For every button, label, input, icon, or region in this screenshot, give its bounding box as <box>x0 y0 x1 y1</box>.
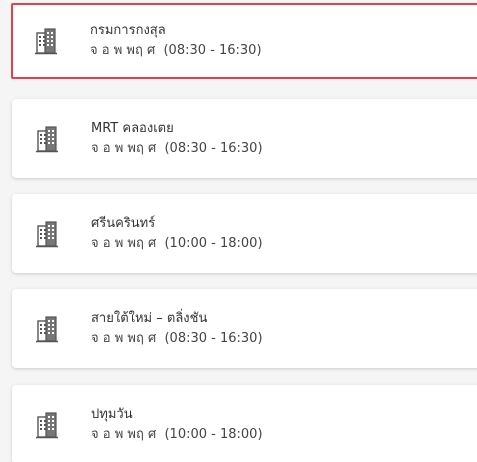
branch-time: (10:00 - 18:00) <box>164 235 263 251</box>
office-building-icon <box>36 125 58 152</box>
branch-card-sai-tai-mai-taling-chan[interactable]: สายใต้ใหม่ – ตลิ่งชัน จ อ พ พฤ ศ (08:30 … <box>12 289 477 368</box>
branch-time: (08:30 - 16:30) <box>164 140 263 156</box>
office-building-icon <box>35 28 57 55</box>
office-building-icon <box>36 315 58 342</box>
branch-opening-hours: จ อ พ พฤ ศ (08:30 - 16:30) <box>91 140 263 158</box>
office-building-icon <box>36 220 58 247</box>
branch-time: (10:00 - 18:00) <box>164 426 263 442</box>
office-building-icon <box>36 411 58 438</box>
branch-opening-hours: จ อ พ พฤ ศ (10:00 - 18:00) <box>91 426 263 444</box>
branch-days: จ อ พ พฤ ศ <box>91 140 157 156</box>
branch-card-pathum-wan[interactable]: ปทุมวัน จ อ พ พฤ ศ (10:00 - 18:00) <box>12 385 477 462</box>
branch-name: ศรีนครินทร์ <box>91 215 156 231</box>
branch-days: จ อ พ พฤ ศ <box>91 426 157 442</box>
branch-time: (08:30 - 16:30) <box>163 43 262 58</box>
branch-name: ปทุมวัน <box>91 406 133 422</box>
branch-time: (08:30 - 16:30) <box>164 330 263 346</box>
branch-card-srinakarin[interactable]: ศรีนครินทร์ จ อ พ พฤ ศ (10:00 - 18:00) <box>12 194 477 273</box>
branch-opening-hours: จ อ พ พฤ ศ (10:00 - 18:00) <box>91 235 263 253</box>
branch-days: จ อ พ พฤ ศ <box>91 235 157 251</box>
branch-days: จ อ พ พฤ ศ <box>91 330 157 346</box>
branch-text: ศรีนครินทร์ จ อ พ พฤ ศ (10:00 - 18:00) <box>91 215 263 253</box>
branch-opening-hours: จ อ พ พฤ ศ (08:30 - 16:30) <box>91 330 263 348</box>
branch-name: MRT คลองเตย <box>91 120 174 136</box>
branch-name: สายใต้ใหม่ – ตลิ่งชัน <box>91 310 208 326</box>
branch-name: กรมการกงสุล <box>90 23 166 38</box>
branch-text: กรมการกงสุล จ อ พ พฤ ศ (08:30 - 16:30) <box>90 22 262 60</box>
branch-text: สายใต้ใหม่ – ตลิ่งชัน จ อ พ พฤ ศ (08:30 … <box>91 310 263 348</box>
branch-text: ปทุมวัน จ อ พ พฤ ศ (10:00 - 18:00) <box>91 406 263 444</box>
branch-card-consular-department[interactable]: กรมการกงสุล จ อ พ พฤ ศ (08:30 - 16:30) <box>11 3 477 79</box>
branch-opening-hours: จ อ พ พฤ ศ (08:30 - 16:30) <box>90 42 262 60</box>
branch-list: กรมการกงสุล จ อ พ พฤ ศ (08:30 - 16:30) M… <box>0 0 477 462</box>
branch-text: MRT คลองเตย จ อ พ พฤ ศ (08:30 - 16:30) <box>91 120 263 158</box>
branch-card-mrt-khlong-toei[interactable]: MRT คลองเตย จ อ พ พฤ ศ (08:30 - 16:30) <box>12 99 477 178</box>
branch-days: จ อ พ พฤ ศ <box>90 43 156 58</box>
